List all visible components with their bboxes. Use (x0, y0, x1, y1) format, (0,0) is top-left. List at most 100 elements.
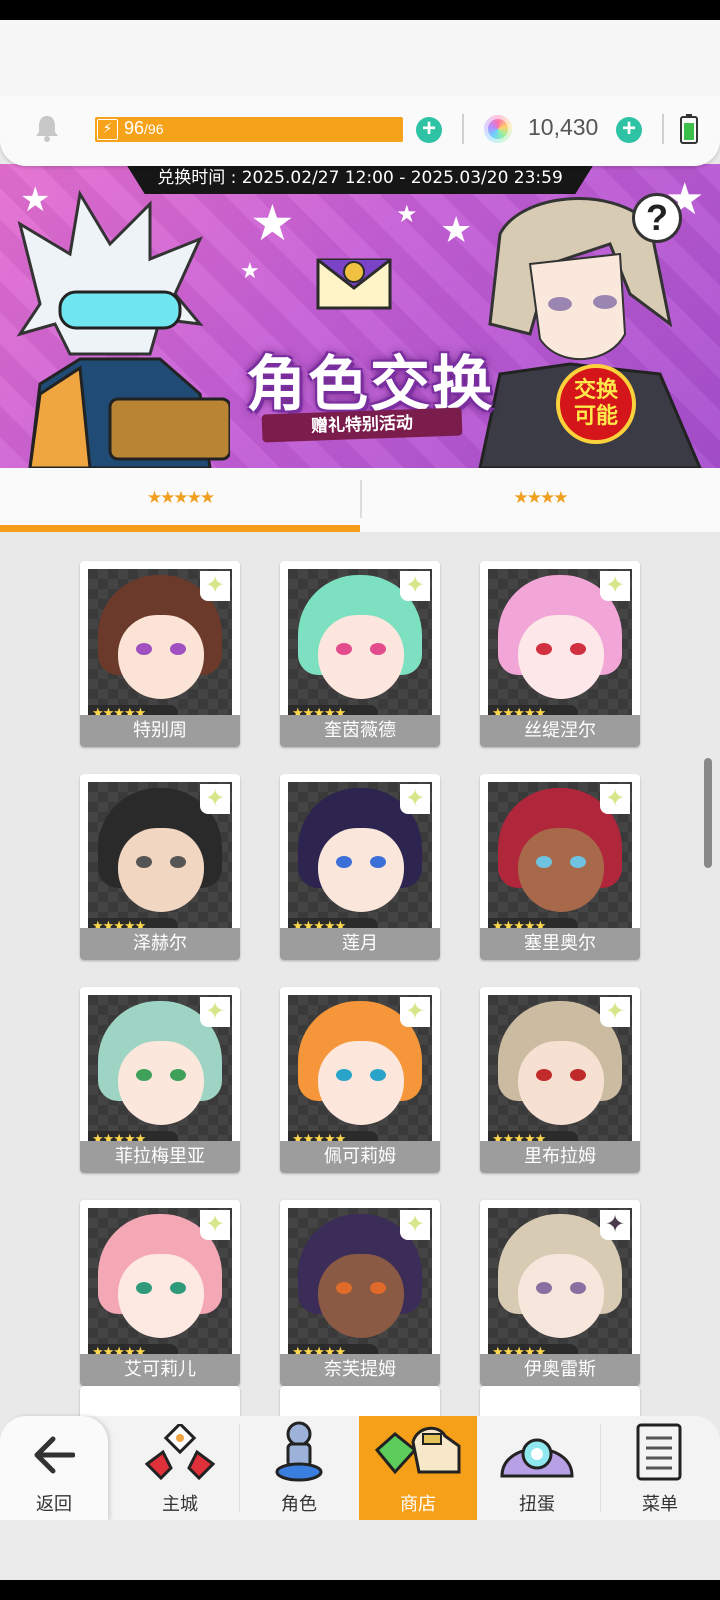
portrait-eye (136, 856, 152, 868)
rarity-stars: ★★★★★ (288, 1131, 378, 1141)
character-card[interactable]: ✦ ★★★★★ 丝缇涅尔 (480, 561, 640, 747)
portrait-eye (536, 1069, 552, 1081)
add-gems-button[interactable]: + (616, 117, 642, 143)
portrait-eye (170, 1069, 186, 1081)
star-decoration-icon: ★ (250, 194, 295, 252)
character-portrait: ✦ ★★★★★ (288, 995, 432, 1141)
character-card[interactable]: ✦ ★★★★★ 奈芙提姆 (280, 1200, 440, 1386)
scrollbar-thumb[interactable] (704, 758, 712, 868)
character-card-partial[interactable] (480, 1386, 640, 1416)
gem-count: 10,430 (528, 114, 599, 140)
character-card[interactable]: ✦ ★★★★★ 艾可莉儿 (80, 1200, 240, 1386)
character-name: 里布拉姆 (480, 1141, 640, 1173)
portrait-eye (336, 856, 352, 868)
character-portrait: ✦ ★★★★★ (488, 782, 632, 928)
portrait-face (118, 1254, 204, 1338)
character-name: 菲拉梅里亚 (80, 1141, 240, 1173)
sparkle-icon: ✦ (200, 1210, 230, 1240)
notification-bell-icon[interactable] (34, 114, 60, 142)
star-decoration-icon: ★ (240, 259, 260, 284)
rarity-stars: ★★★★★ (88, 1131, 178, 1141)
energy-bar: ⚡ 96/96 (95, 117, 403, 142)
shop-icon (374, 1426, 461, 1475)
character-card-partial[interactable] (80, 1386, 240, 1416)
portrait-face (518, 1254, 604, 1338)
portrait-eye (336, 643, 352, 655)
portrait-face (318, 828, 404, 912)
character-portrait: ✦ ★★★★★ (488, 995, 632, 1141)
gem-icon (484, 115, 512, 143)
portrait-face (318, 1254, 404, 1338)
portrait-face (318, 615, 404, 699)
portrait-eye (336, 1069, 352, 1081)
rarity-stars: ★★★★★ (288, 1344, 378, 1354)
character-card[interactable]: ✦ ★★★★★ 莲月 (280, 774, 440, 960)
character-name: 艾可莉儿 (80, 1354, 240, 1386)
portrait-eye (170, 856, 186, 868)
portrait-face (118, 1041, 204, 1125)
add-energy-button[interactable]: + (416, 117, 442, 143)
portrait-eye (536, 1282, 552, 1294)
event-banner: 兑换时间 : 2025.02/27 12:00 - 2025.03/20 23:… (0, 164, 720, 468)
castle-icon (144, 1424, 216, 1481)
help-button[interactable]: ? (632, 193, 682, 243)
rarity-stars: ★★★★★ (88, 1344, 178, 1354)
gacha-icon (500, 1438, 574, 1478)
divider (462, 114, 464, 144)
character-card[interactable]: ✦ ★★★★★ 菲拉梅里亚 (80, 987, 240, 1173)
status-bar (0, 0, 720, 20)
character-card[interactable]: ✦ ★★★★★ 泽赫尔 (80, 774, 240, 960)
character-name: 佩可莉姆 (280, 1141, 440, 1173)
rarity-tabs: ★★★★★ ★★★★ (0, 468, 720, 532)
portrait-eye (370, 856, 386, 868)
tab-four-star[interactable]: ★★★★ (360, 468, 720, 532)
rarity-stars: ★★★★★ (488, 1131, 578, 1141)
back-arrow-icon (34, 1436, 75, 1474)
character-portrait: ✦ ★★★★★ (288, 782, 432, 928)
top-spacer (0, 20, 720, 100)
sparkle-icon: ✦ (600, 784, 630, 814)
sparkle-icon: ✦ (200, 571, 230, 601)
character-name: 伊奥雷斯 (480, 1354, 640, 1386)
character-art-left (16, 189, 230, 468)
nav-back[interactable]: 返回 (0, 1416, 108, 1520)
tab-five-star[interactable]: ★★★★★ (0, 468, 360, 532)
divider (662, 114, 664, 144)
sparkle-icon: ✦ (400, 571, 430, 601)
envelope-icon (316, 258, 392, 310)
character-card-partial[interactable] (280, 1386, 440, 1416)
energy-value: 96/96 (124, 118, 164, 138)
star-decoration-icon: ★ (396, 200, 418, 228)
character-card[interactable]: ✦ ★★★★★ 伊奥雷斯 (480, 1200, 640, 1386)
character-card[interactable]: ✦ ★★★★★ 佩可莉姆 (280, 987, 440, 1173)
nav-menu[interactable]: 菜单 (601, 1416, 719, 1520)
nav-shop[interactable]: 商店 (359, 1416, 477, 1520)
portrait-eye (370, 1069, 386, 1081)
bottom-spacer (0, 1520, 720, 1580)
nav-main-city[interactable]: 主城 (121, 1416, 239, 1520)
portrait-face (518, 615, 604, 699)
sparkle-icon: ✦ (600, 571, 630, 601)
sparkle-icon: ✦ (200, 997, 230, 1027)
character-card[interactable]: ✦ ★★★★★ 奎茵薇德 (280, 561, 440, 747)
portrait-eye (136, 1069, 152, 1081)
character-portrait: ✦ ★★★★★ (288, 1208, 432, 1354)
character-name: 奎茵薇德 (280, 715, 440, 747)
portrait-eye (570, 643, 586, 655)
character-portrait: ✦ ★★★★★ (488, 569, 632, 715)
sparkle-icon: ✦ (600, 1210, 630, 1240)
battery-icon (680, 114, 698, 144)
rarity-stars: ★★★★★ (488, 1344, 578, 1354)
character-name: 莲月 (280, 928, 440, 960)
portrait-eye (136, 643, 152, 655)
character-card[interactable]: ✦ ★★★★★ 里布拉姆 (480, 987, 640, 1173)
sparkle-icon: ✦ (400, 1210, 430, 1240)
resource-bar: ⚡ 96/96 + 10,430 + (0, 96, 720, 166)
character-card[interactable]: ✦ ★★★★★ 特别周 (80, 561, 240, 747)
character-icon (275, 1421, 323, 1482)
rarity-stars: ★★★★★ (88, 918, 178, 928)
portrait-eye (336, 1282, 352, 1294)
nav-characters[interactable]: 角色 (240, 1416, 358, 1520)
character-card[interactable]: ✦ ★★★★★ 塞里奥尔 (480, 774, 640, 960)
nav-gacha[interactable]: 扭蛋 (478, 1416, 596, 1520)
